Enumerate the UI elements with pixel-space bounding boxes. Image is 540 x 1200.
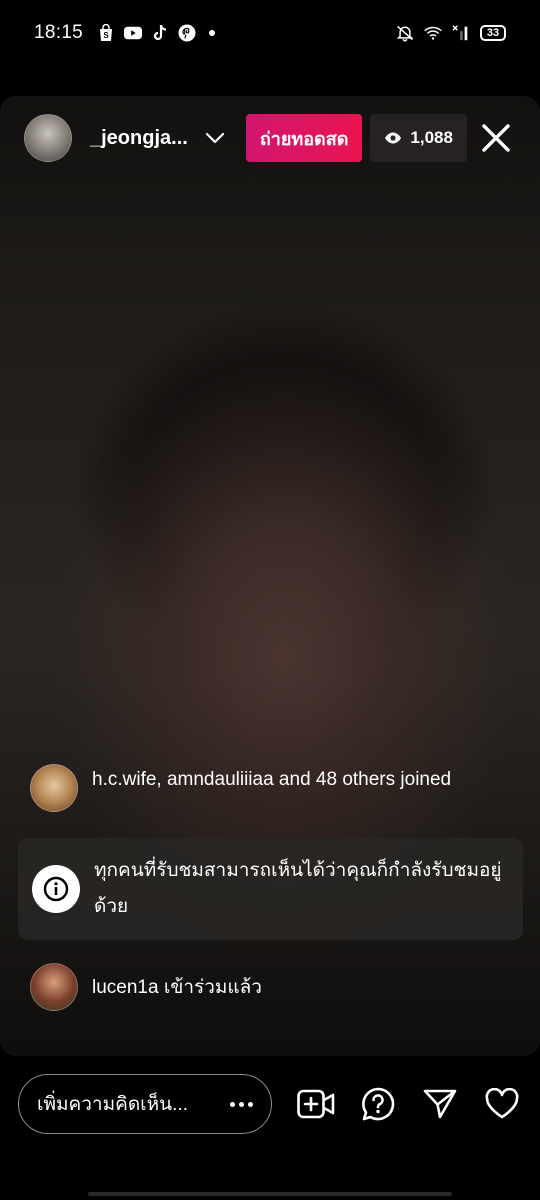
info-icon (32, 865, 80, 913)
shop-icon: S (97, 24, 115, 42)
home-indicator (88, 1192, 452, 1196)
tiktok-icon (151, 24, 169, 42)
add-video-icon[interactable] (296, 1084, 336, 1124)
battery-indicator: 33 (480, 25, 506, 41)
host-avatar[interactable] (24, 114, 72, 162)
chevron-down-icon[interactable] (204, 127, 226, 149)
question-icon[interactable] (358, 1084, 398, 1124)
send-icon[interactable] (420, 1084, 460, 1124)
youtube-icon (124, 24, 143, 42)
status-time: 18:15 (34, 22, 84, 43)
eye-icon (384, 131, 402, 145)
action-icons (296, 1084, 522, 1124)
pinterest-icon (178, 24, 196, 42)
comment-input[interactable]: เพิ่มความคิดเห็น... (18, 1074, 272, 1134)
avatar[interactable] (30, 963, 78, 1011)
comment-joined-summary: h.c.wife, amndauliiiaa and 48 others joi… (30, 764, 500, 812)
svg-text:S: S (103, 31, 109, 40)
more-options-icon[interactable] (230, 1101, 253, 1107)
mute-icon (396, 24, 414, 42)
close-button[interactable] (476, 118, 516, 158)
viewer-count-value: 1,088 (410, 128, 453, 147)
wifi-icon (424, 24, 442, 42)
no-signal-icon (452, 24, 470, 42)
viewer-visibility-notice: ทุกคนที่รับชมสามารถเห็นได้ว่าคุณก็กำลังร… (18, 838, 523, 940)
info-notice-text: ทุกคนที่รับชมสามารถเห็นได้ว่าคุณก็กำลังร… (94, 860, 502, 917)
live-badge: ถ่ายทอดสด (245, 114, 363, 162)
viewer-count[interactable]: 1,088 (370, 114, 467, 162)
host-username[interactable]: _jeongja... (90, 127, 188, 150)
dot-icon (209, 30, 216, 36)
comment-user-joined: lucen1a เข้าร่วมแล้ว (30, 963, 262, 1011)
system-icons: 33 (396, 24, 506, 42)
avatar[interactable] (30, 764, 78, 812)
heart-icon[interactable] (482, 1084, 522, 1124)
joined-summary-text: h.c.wife, amndauliiiaa and 48 others joi… (92, 769, 452, 790)
user-joined-text: lucen1a เข้าร่วมแล้ว (92, 977, 262, 998)
status-bar: 18:15 S 33 (0, 0, 540, 66)
notification-icons: S (97, 24, 216, 42)
live-header: _jeongja... ถ่ายทอดสด 1,088 (24, 112, 516, 164)
bottom-bar: เพิ่มความคิดเห็น... (18, 1074, 522, 1134)
comment-placeholder: เพิ่มความคิดเห็น... (37, 1094, 189, 1115)
